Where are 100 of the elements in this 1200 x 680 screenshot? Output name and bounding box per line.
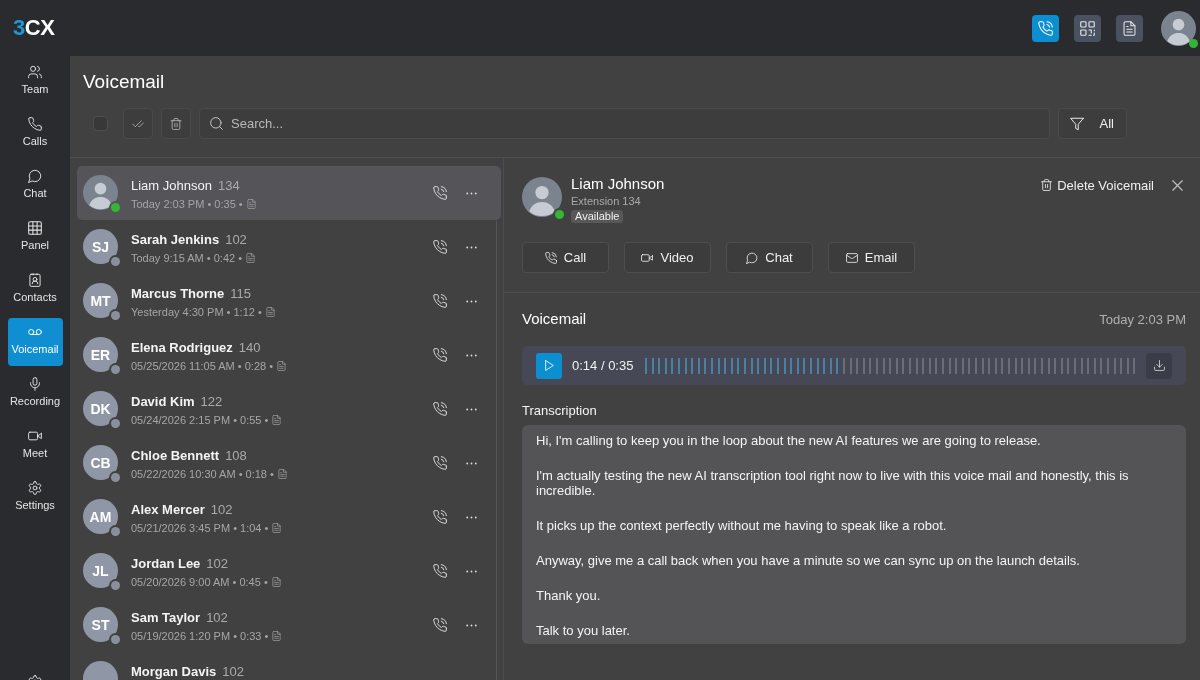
avatar-silhouette (1161, 10, 1196, 46)
ellipsis-icon (465, 623, 477, 627)
message-list-item[interactable]: CB Chloe Bennett 108 05/22/2026 10:30 AM • 0:18 • (77, 436, 501, 490)
sidebar-item[interactable]: Voicemail (7, 318, 63, 366)
playback-time: 0:14 / 0:35 (572, 358, 634, 373)
sidebar-item[interactable]: Contacts (7, 266, 63, 314)
search-field[interactable]: Search... (199, 108, 1050, 139)
delete-voicemail-button[interactable]: Delete Voicemail (1041, 176, 1154, 194)
call-button[interactable] (430, 345, 450, 365)
transcript-paragraph: I'm actually testing the new AI transcription tool right now to live with this voice mail and honestly, this is incredible. (536, 468, 1130, 498)
double-check-icon (132, 117, 144, 130)
contact-name: Elena Rodriguez (131, 340, 233, 356)
video-camera-icon (641, 251, 654, 264)
avatar-initials: ST (83, 607, 118, 642)
message-list-item[interactable]: MT Marcus Thorne 115 Yesterday 4:30 PM • 1:12 • (77, 274, 501, 328)
transcript-paragraph: Talk to you later. (536, 623, 631, 638)
call-button[interactable] (430, 453, 450, 473)
ellipsis-icon (465, 245, 477, 249)
message-info: 05/22/2026 10:30 AM • 0:18 • (131, 467, 274, 481)
contact-name: Sam Taylor (131, 610, 201, 626)
phone-call-icon (433, 240, 447, 254)
avatar-silhouette (522, 177, 562, 217)
contact-name: Jordan Lee (131, 556, 201, 572)
download-button[interactable] (1146, 352, 1172, 379)
document-icon (246, 199, 256, 209)
download-icon (1153, 360, 1165, 371)
ellipsis-icon (465, 407, 477, 411)
video-camera-icon (28, 429, 42, 443)
microphone-icon (28, 377, 42, 391)
contact-card-icon (28, 273, 42, 287)
sidebar-item[interactable]: Calls (7, 110, 63, 158)
message-list-item[interactable]: JL Jordan Lee 102 05/20/2026 9:00 AM • 0:45 • (77, 544, 501, 598)
message-info: 05/24/2026 2:15 PM • 0:55 • (131, 413, 269, 427)
contact-name: David Kim (131, 394, 195, 410)
search-icon (210, 117, 223, 130)
sidebar-item[interactable]: Settings (7, 474, 63, 522)
sidebar-item[interactable]: Recording (7, 370, 63, 418)
transcript-paragraph: Thank you. (536, 588, 602, 603)
call-button[interactable] (430, 399, 450, 419)
message-list-item[interactable]: Morgan Davis 102 (77, 652, 501, 680)
call-button[interactable] (430, 237, 450, 257)
filter-icon (1069, 116, 1084, 131)
contact-name: Alex Mercer (131, 502, 205, 518)
avatar-initials: CB (83, 445, 118, 480)
call-button[interactable] (430, 507, 450, 527)
qr-code-icon (1080, 20, 1095, 36)
sidebar-item[interactable]: Panel (7, 214, 63, 262)
call-button[interactable] (430, 615, 450, 635)
ellipsis-icon (465, 569, 477, 573)
document-button[interactable] (1116, 14, 1143, 42)
message-list-item[interactable]: AM Alex Mercer 102 05/21/2026 3:45 PM • 1:04 • (77, 490, 501, 544)
message-list-item[interactable]: DK David Kim 122 05/24/2026 2:15 PM • 0:55 • (77, 382, 501, 436)
phone-call-icon (433, 510, 447, 524)
message-info: 05/19/2026 1:20 PM • 0:33 • (131, 629, 269, 643)
ellipsis-icon (465, 461, 477, 465)
email-button[interactable]: Email (828, 242, 915, 273)
transcript-paragraph: Hi, I'm calling to keep you in the loop about the new AI features we are going to release. (536, 433, 1042, 448)
sidebar-item[interactable]: Chat (7, 162, 63, 210)
contact-name: Liam Johnson (131, 178, 212, 194)
extension-number: 102 (210, 502, 233, 518)
chat-bubble-icon (746, 251, 759, 264)
logo: 3CX (13, 17, 55, 39)
avatar-initials: DK (83, 391, 118, 426)
contact-name: Morgan Davis (131, 664, 217, 680)
envelope-icon (845, 251, 858, 264)
message-list-item[interactable]: ER Elena Rodriguez 140 05/25/2026 11:05 AM • 0:28 • (77, 328, 501, 382)
video-button[interactable]: Video (624, 242, 711, 273)
phone-call-icon (544, 251, 557, 264)
document-icon (272, 631, 282, 641)
extension-number: 122 (200, 394, 223, 410)
chat-bubble-icon (28, 169, 42, 183)
avatar-initials: AM (83, 499, 118, 534)
call-button[interactable]: Call (522, 242, 609, 273)
phone-button[interactable] (1032, 14, 1059, 42)
ellipsis-icon (465, 299, 477, 303)
contact-name: Marcus Thorne (131, 286, 225, 302)
message-list-item[interactable]: Liam Johnson 134 Today 2:03 PM • 0:35 • (77, 166, 501, 220)
message-list-item[interactable]: ST Sam Taylor 102 05/19/2026 1:20 PM • 0:33 • (77, 598, 501, 652)
extension-label: Extension 134 (571, 194, 641, 208)
call-button[interactable] (430, 291, 450, 311)
chat-button[interactable]: Chat (726, 242, 813, 273)
play-button[interactable] (536, 352, 562, 379)
call-button[interactable] (430, 561, 450, 581)
sidebar-item[interactable]: Team (7, 58, 63, 106)
call-button[interactable] (430, 183, 450, 203)
extension-number: 102 (206, 556, 229, 572)
trash-icon (1041, 179, 1053, 191)
message-list-item[interactable]: SJ Sarah Jenkins 102 Today 9:15 AM • 0:42 • (77, 220, 501, 274)
qr-code-button[interactable] (1074, 14, 1101, 42)
contact-name: Chloe Bennett (131, 448, 220, 464)
delete-button[interactable] (161, 108, 191, 139)
filter-button[interactable]: All (1057, 108, 1127, 139)
document-icon (272, 523, 282, 533)
avatar-initials: MT (83, 283, 118, 318)
ellipsis-icon (465, 353, 477, 357)
sidebar-item[interactable]: Meet (7, 422, 63, 470)
phone-call-icon (433, 564, 447, 578)
phone-icon (28, 117, 42, 131)
transcript-paragraph: Anyway, give me a call back when you have a minute so we can sync up on the launch details. (536, 553, 1081, 568)
avatar-initials: SJ (83, 229, 118, 264)
